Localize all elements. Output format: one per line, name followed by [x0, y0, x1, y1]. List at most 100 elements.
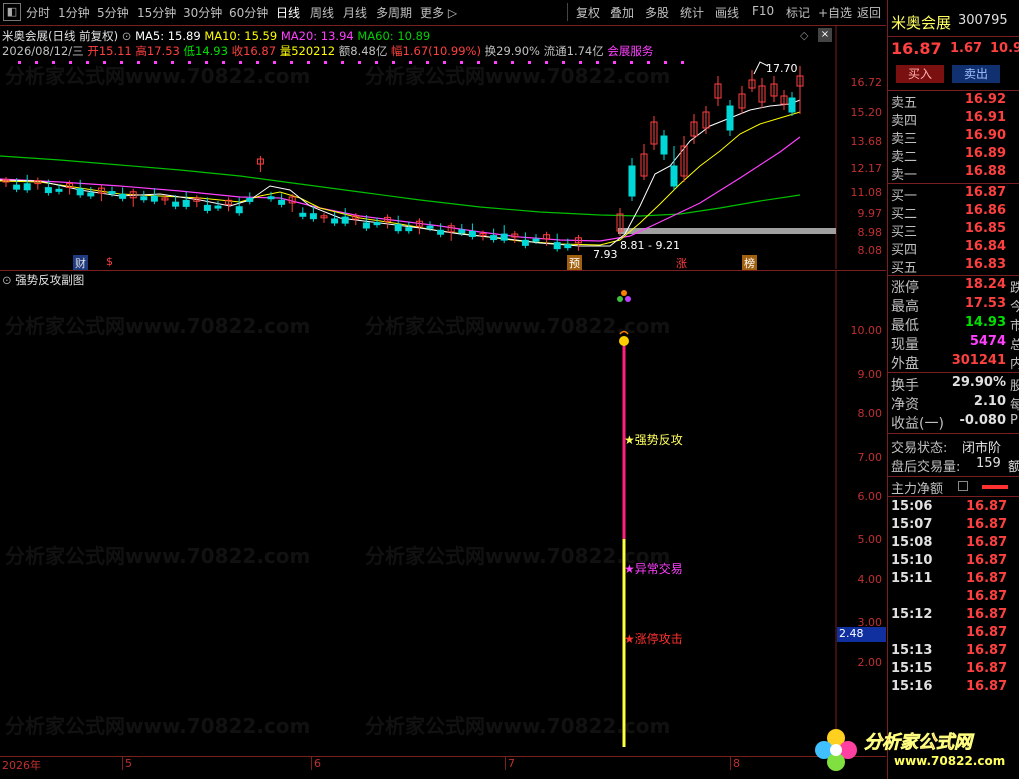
- bid-level[interactable]: 买四 16.84: [888, 239, 1019, 258]
- ask-level[interactable]: 卖一 16.88: [888, 164, 1019, 183]
- tick-time: 15:07: [891, 517, 933, 532]
- stat-value: 29.90%: [951, 375, 1006, 390]
- bid-level-label: 买一: [891, 189, 918, 204]
- candle-body: [44, 187, 52, 194]
- indicator-canvas: [617, 271, 837, 749]
- ask-level-price: 16.89: [964, 146, 1006, 161]
- f10-button[interactable]: F10: [752, 4, 774, 18]
- marker-dot: [409, 61, 412, 64]
- statistics-button[interactable]: 统计: [680, 4, 704, 21]
- kline-canvas: 17.70 7.93 8.81 - 9.21: [0, 26, 837, 269]
- marker-dot: [443, 61, 446, 64]
- after-hours-row: 盘后交易量: 159 额: [888, 456, 1019, 475]
- marker-dot: [358, 61, 361, 64]
- period-tab-weekly[interactable]: 周线: [310, 4, 334, 21]
- stat-suffix: 股: [1010, 375, 1019, 394]
- event-tag-dollar[interactable]: $: [106, 255, 113, 268]
- period-tab-60min[interactable]: 60分钟: [229, 4, 268, 21]
- tick-row: 15:11 16.87: [888, 571, 1019, 589]
- y-axis-label: 16.72: [850, 76, 883, 89]
- add-watchlist-button[interactable]: +自选: [818, 4, 852, 21]
- ask-level[interactable]: 卖三 16.90: [888, 128, 1019, 147]
- ask-level[interactable]: 卖四 16.91: [888, 110, 1019, 129]
- bid-level[interactable]: 买二 16.86: [888, 203, 1019, 222]
- stat-row: 换手 29.90% 股: [888, 375, 1019, 394]
- multi-stock-button[interactable]: 多股: [645, 4, 669, 21]
- trade-status-row: 交易状态: 闭市阶: [888, 437, 1019, 456]
- ask-level-price: 16.91: [964, 110, 1006, 125]
- period-tab-more[interactable]: 更多 ▷: [420, 4, 457, 21]
- bid-level[interactable]: 买一 16.87: [888, 185, 1019, 204]
- sub-y-axis-label: 8.00: [857, 407, 883, 420]
- indicator-subchart[interactable]: ⊙ 强势反攻副图 ★强势反攻 ★异常交易 ★涨停攻击 10.00 9.00 8.…: [0, 270, 886, 749]
- panel-toggle-button[interactable]: ◧: [3, 3, 21, 21]
- marker-dot: [86, 61, 89, 64]
- candle-body: [55, 188, 63, 192]
- period-tab-分时[interactable]: 分时: [26, 4, 50, 21]
- tick-price: 16.87: [966, 661, 1008, 676]
- sub-y-axis-label: 4.00: [857, 573, 883, 586]
- sell-button[interactable]: 卖出: [952, 65, 1000, 83]
- tick-row: 15:08 16.87: [888, 535, 1019, 553]
- capital-row[interactable]: 主力净额: [888, 478, 1019, 497]
- candle-body: [532, 238, 540, 242]
- overlay-button[interactable]: 叠加: [610, 4, 634, 21]
- event-tag-limit-up[interactable]: 涨: [676, 255, 687, 271]
- candle-body: [341, 216, 349, 224]
- stat-value: 5474: [969, 334, 1006, 349]
- list-icon[interactable]: [958, 481, 968, 491]
- candle-body: [214, 205, 222, 209]
- support-band: [618, 228, 836, 234]
- mark-button[interactable]: 标记: [786, 4, 810, 21]
- marker-dot: [630, 61, 633, 64]
- period-tab-1min[interactable]: 1分钟: [58, 4, 90, 21]
- period-tab-multi[interactable]: 多周期: [376, 4, 412, 21]
- stat-label: 最高: [891, 299, 919, 315]
- candle-body: [119, 193, 127, 199]
- period-tab-monthly[interactable]: 月线: [343, 4, 367, 21]
- bid-level[interactable]: 买五 16.83: [888, 257, 1019, 276]
- marker-dot: [137, 61, 140, 64]
- event-tag-ranking[interactable]: 榜: [742, 255, 757, 271]
- marker-dot: [273, 61, 276, 64]
- event-tag-forecast[interactable]: 预: [567, 255, 582, 271]
- adjust-button[interactable]: 复权: [576, 4, 600, 21]
- draw-line-button[interactable]: 画线: [715, 4, 739, 21]
- price-change-pct: 10.9: [990, 41, 1019, 56]
- y-axis-label: 9.97: [857, 207, 883, 220]
- bid-level[interactable]: 买三 16.85: [888, 221, 1019, 240]
- ask-level[interactable]: 卖五 16.92: [888, 92, 1019, 111]
- signal-top-dot: [619, 336, 629, 346]
- event-tag-finance[interactable]: 财: [73, 255, 88, 271]
- logo-title: 分析家公式网: [864, 732, 973, 754]
- bid-level-price: 16.86: [964, 203, 1006, 218]
- marker-dot: [69, 61, 72, 64]
- tick-time: 15:16: [891, 679, 933, 694]
- period-tab-15min[interactable]: 15分钟: [137, 4, 176, 21]
- period-tab-5min[interactable]: 5分钟: [97, 4, 129, 21]
- tick-row: 15:07 16.87: [888, 517, 1019, 535]
- tick-price: 16.87: [966, 607, 1008, 622]
- stat-label: 换手: [891, 378, 919, 394]
- kline-chart[interactable]: 米奥会展(日线 前复权) ⊙ MA5: 15.89 MA10: 15.59 MA…: [0, 26, 886, 271]
- candle-body: [235, 206, 243, 214]
- candle-body: [87, 192, 95, 197]
- ask-level[interactable]: 卖二 16.89: [888, 146, 1019, 165]
- tick-row: 15:06 16.87: [888, 499, 1019, 517]
- candle-body: [23, 183, 31, 191]
- period-tab-30min[interactable]: 30分钟: [183, 4, 222, 21]
- candle-body: [670, 165, 678, 187]
- marker-dot: [341, 61, 344, 64]
- signal-cluster-icon: [621, 290, 627, 296]
- last-price: 16.87: [891, 39, 942, 58]
- period-tab-daily[interactable]: 日线: [276, 4, 300, 21]
- ask-level-label: 卖一: [891, 168, 918, 183]
- back-button[interactable]: 返回: [857, 4, 881, 21]
- marker-dot: [477, 61, 480, 64]
- tick-price: 16.87: [966, 643, 1008, 658]
- buy-button[interactable]: 买入: [896, 65, 944, 83]
- marker-dot: [460, 61, 463, 64]
- after-hours-label: 盘后交易量:: [891, 460, 961, 475]
- signal-label-limit-attack: ★涨停攻击: [624, 632, 683, 646]
- candle-body: [203, 204, 211, 211]
